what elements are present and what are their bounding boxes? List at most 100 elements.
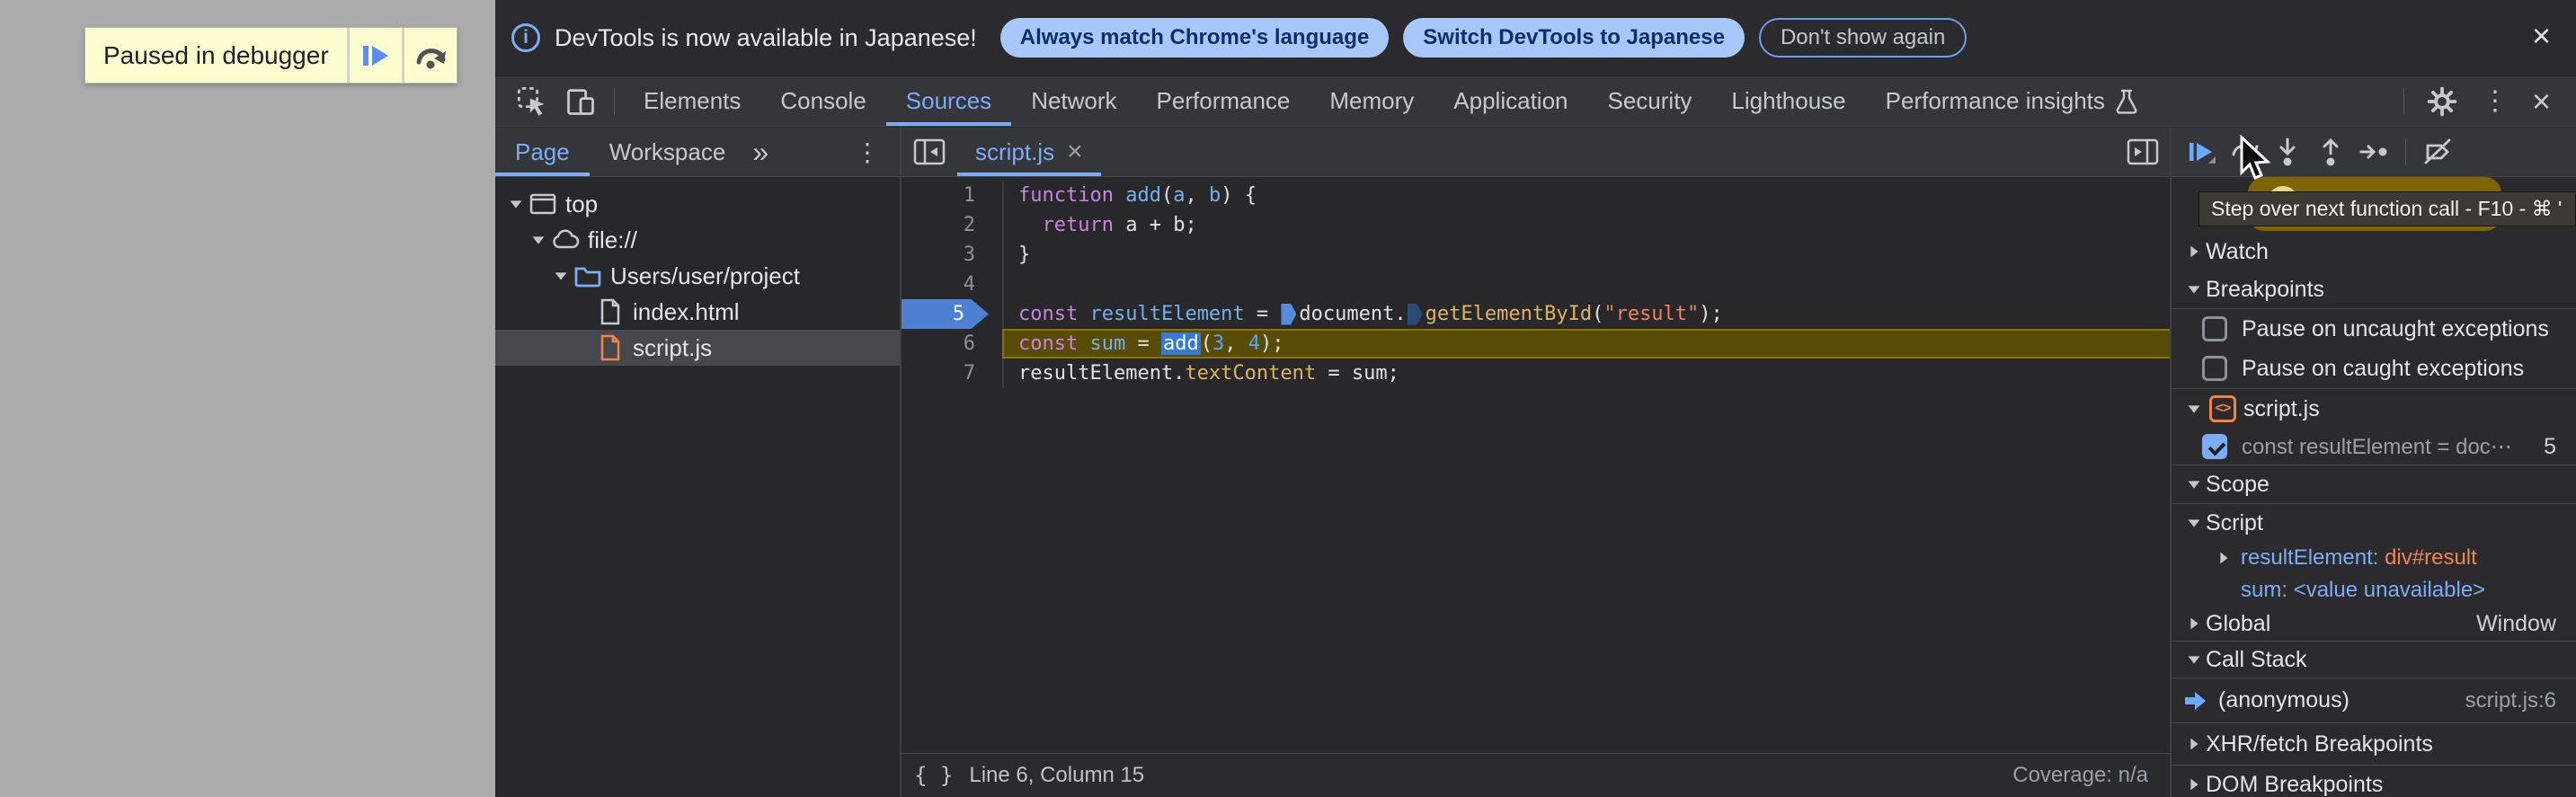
resume-script-icon (360, 41, 391, 70)
expander-icon[interactable] (2182, 734, 2206, 754)
step-button[interactable] (2358, 137, 2389, 167)
pause-caught-checkbox[interactable]: Pause on caught exceptions (2172, 349, 2576, 388)
expander-icon[interactable] (2182, 775, 2206, 794)
toggle-debugger-sidebar-icon[interactable] (2127, 137, 2159, 166)
code-editor[interactable]: 1 function add(a, b) {2 return a + b; 3} 4 5… (902, 177, 2170, 753)
call-stack-frame-label: (anonymous) (2218, 687, 2349, 713)
tab-memory[interactable]: Memory (1310, 76, 1434, 126)
breakpoint-group-scriptjs[interactable]: <> script.js (2172, 389, 2576, 429)
line-number[interactable]: 6 (902, 329, 989, 359)
tree-expander-icon[interactable] (527, 230, 550, 250)
call-stack-frame-anonymous[interactable]: (anonymous) script.js:6 (2172, 678, 2576, 722)
devtools-close-icon[interactable]: × (2523, 83, 2560, 120)
line-number[interactable]: 2 (902, 210, 989, 240)
inspect-element-icon[interactable] (516, 85, 548, 118)
tab-lighthouse[interactable]: Lighthouse (1711, 76, 1865, 126)
line-number[interactable]: 4 (902, 270, 989, 299)
line-number[interactable]: 7 (902, 359, 989, 388)
more-tabs-icon[interactable]: » (745, 136, 776, 169)
breakpoint-marker[interactable]: 5 (902, 299, 989, 329)
code-line-5[interactable]: 5 const resultElement = document. getEleme… (902, 299, 2170, 329)
section-xhr-breakpoints[interactable]: XHR/fetch Breakpoints (2172, 723, 2576, 765)
tree-row-index-html[interactable]: index.html (495, 294, 900, 330)
device-toolbar-icon[interactable] (564, 85, 597, 118)
tree-row-script-js[interactable]: script.js (495, 330, 900, 366)
pause-uncaught-checkbox[interactable]: Pause on uncaught exceptions (2172, 309, 2576, 349)
expander-icon[interactable] (2182, 279, 2206, 299)
tab-label: Network (1031, 87, 1117, 114)
tree-expander-icon[interactable] (504, 194, 528, 214)
code-line-2[interactable]: 2 return a + b; (902, 210, 2170, 240)
expander-icon[interactable] (2182, 513, 2206, 533)
scope-global[interactable]: Global Window (2172, 607, 2576, 641)
token-vr: b (1208, 184, 1221, 207)
navigator-tab-workspace[interactable]: Workspace (590, 128, 746, 176)
code-line-7[interactable]: 7 resultElement. textContent = sum; (902, 359, 2170, 388)
scope-var-sum[interactable]: sum: <value unavailable> (2172, 574, 2576, 607)
breakpoint-enabled-checkbox[interactable] (2202, 434, 2227, 459)
expander-icon[interactable] (2182, 242, 2206, 261)
code-line-content: return a + b; (1002, 210, 2170, 240)
code-line-4[interactable]: 4 (902, 270, 2170, 299)
line-number[interactable]: 3 (902, 240, 989, 270)
infobar-action-1[interactable]: Switch DevTools to Japanese (1403, 18, 1745, 58)
tab-elements[interactable]: Elements (624, 76, 760, 126)
tab-security[interactable]: Security (1588, 76, 1712, 126)
checkbox-label: Pause on uncaught exceptions (2242, 315, 2549, 341)
section-call-stack[interactable]: Call Stack (2172, 642, 2576, 677)
tab-performance[interactable]: Performance (1137, 76, 1310, 126)
expander-icon[interactable] (2212, 548, 2235, 568)
expander-icon[interactable] (2182, 614, 2206, 633)
infobar-close-icon[interactable]: × (2532, 20, 2551, 52)
pause-caught-checkbox-box[interactable] (2202, 356, 2227, 381)
expander-icon[interactable] (2182, 399, 2206, 419)
infobar-action-2[interactable]: Don't show again (1758, 18, 1968, 58)
tree-row-file-protocol[interactable]: file:// (495, 222, 900, 258)
expander-icon[interactable] (2182, 650, 2206, 669)
settings-gear-icon[interactable] (2427, 85, 2459, 118)
step-into-button[interactable] (2272, 137, 2303, 167)
folder-icon (573, 262, 603, 289)
banner-resume-button[interactable] (349, 28, 402, 83)
close-tab-icon[interactable]: × (1067, 138, 1083, 165)
navigator-tab-page[interactable]: Page (495, 128, 590, 176)
token-pl: , (1185, 184, 1209, 207)
tab-application[interactable]: Application (1434, 76, 1587, 126)
section-watch[interactable]: Watch (2172, 233, 2576, 270)
scope-var-resultelement[interactable]: resultElement: div#result (2172, 542, 2576, 574)
editor-tab-scriptjs[interactable]: script.js × (957, 128, 1101, 176)
tab-network[interactable]: Network (1011, 76, 1136, 126)
banner-step-over-button[interactable] (404, 28, 457, 83)
code-line-6[interactable]: 6 const sum = add(3, 4); (902, 329, 2170, 359)
resume-button[interactable] (2186, 137, 2216, 167)
section-breakpoints[interactable]: Breakpoints (2172, 270, 2576, 308)
toggle-navigator-icon[interactable] (913, 137, 946, 166)
pause-uncaught-checkbox-box[interactable] (2202, 316, 2227, 341)
tab-sources[interactable]: Sources (886, 76, 1011, 126)
deactivate-breakpoints-button[interactable] (2422, 137, 2453, 167)
step-over-button[interactable] (2229, 137, 2260, 167)
breakpoint-entry-line5[interactable]: const resultElement = doc⋯ 5 (2172, 429, 2576, 465)
navigator-menu-icon[interactable]: ⋮ (855, 137, 900, 167)
tree-row-top[interactable]: top (495, 186, 900, 222)
section-dom-breakpoints[interactable]: DOM Breakpoints (2172, 766, 2576, 797)
scope-script[interactable]: Script (2172, 504, 2576, 542)
step-out-button[interactable] (2315, 137, 2346, 167)
code-line-3[interactable]: 3} (902, 240, 2170, 270)
tree-row-project-folder[interactable]: Users/user/project (495, 258, 900, 294)
inline-breakpoint-marker-active[interactable] (1281, 303, 1297, 325)
infobar-action-0[interactable]: Always match Chrome's language (999, 18, 1390, 58)
tab-console[interactable]: Console (760, 76, 885, 126)
token-vr: resultElement (1089, 303, 1245, 325)
line-number[interactable]: 1 (902, 181, 989, 210)
tree-expander-icon[interactable] (549, 266, 573, 286)
pretty-print-icon[interactable]: { } (914, 763, 953, 788)
expander-icon[interactable] (2182, 474, 2206, 494)
tab-performance-insights[interactable]: Performance insights (1866, 76, 2159, 126)
code-line-1[interactable]: 1 function add(a, b) { (902, 181, 2170, 210)
devtools-menu-icon[interactable]: ⋮ (2473, 85, 2518, 117)
tree-item-label: script.js (633, 333, 713, 361)
section-scope[interactable]: Scope (2172, 465, 2576, 503)
inline-breakpoint-marker[interactable] (1407, 303, 1423, 325)
